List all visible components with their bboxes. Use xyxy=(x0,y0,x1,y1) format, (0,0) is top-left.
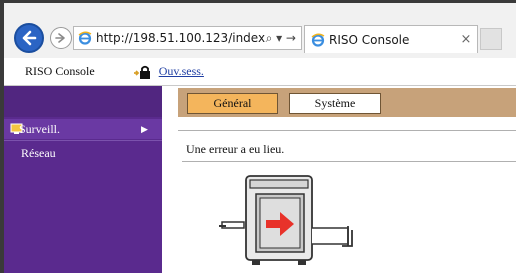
session-control[interactable]: Ouv.sess. xyxy=(133,64,204,79)
ie-browser-icon xyxy=(78,31,92,45)
tab-title: RISO Console xyxy=(329,32,410,47)
tab-divider xyxy=(178,130,516,131)
tab-systeme[interactable]: Système xyxy=(289,93,381,114)
sidebar-item-reseau[interactable]: Réseau xyxy=(4,143,162,163)
address-tools[interactable]: ⌕ ▾ → xyxy=(266,31,301,46)
open-session-link[interactable]: Ouv.sess. xyxy=(159,64,204,79)
tab-ie-icon xyxy=(311,33,325,47)
app-title: RISO Console xyxy=(25,64,95,78)
new-tab-button[interactable] xyxy=(480,28,502,50)
browser-tab[interactable]: RISO Console × xyxy=(304,25,478,53)
sidebar-divider xyxy=(4,140,162,141)
browser-chrome: http://198.51.100.123/index.html ⌕ ▾ → R… xyxy=(4,3,516,58)
expand-arrow-icon: ▶ xyxy=(141,123,148,134)
app-header: RISO Console Ouv.sess. xyxy=(4,58,516,86)
forward-arrow-icon xyxy=(55,33,65,43)
printer-illustration xyxy=(219,175,353,265)
address-url[interactable]: http://198.51.100.123/index.html xyxy=(96,31,266,45)
address-bar[interactable]: http://198.51.100.123/index.html ⌕ ▾ → xyxy=(73,26,302,50)
sidebar-item-label: Réseau xyxy=(21,145,56,160)
sidebar-header xyxy=(4,86,162,117)
message-divider xyxy=(182,161,516,162)
back-button[interactable] xyxy=(14,23,44,53)
tab-close-button[interactable]: × xyxy=(455,32,477,47)
sidebar-item-label: Surveill. xyxy=(19,121,60,136)
sidebar: Surveill. ▶ Réseau xyxy=(4,86,162,273)
lock-icon xyxy=(133,65,150,79)
back-arrow-icon xyxy=(22,30,37,46)
tab-general[interactable]: Général xyxy=(187,93,278,114)
error-message: Une erreur a eu lieu. xyxy=(186,142,285,156)
sidebar-item-surveill[interactable]: Surveill. ▶ xyxy=(4,119,162,139)
forward-button[interactable] xyxy=(50,27,72,49)
content-tabbar: Général Système xyxy=(178,88,516,117)
